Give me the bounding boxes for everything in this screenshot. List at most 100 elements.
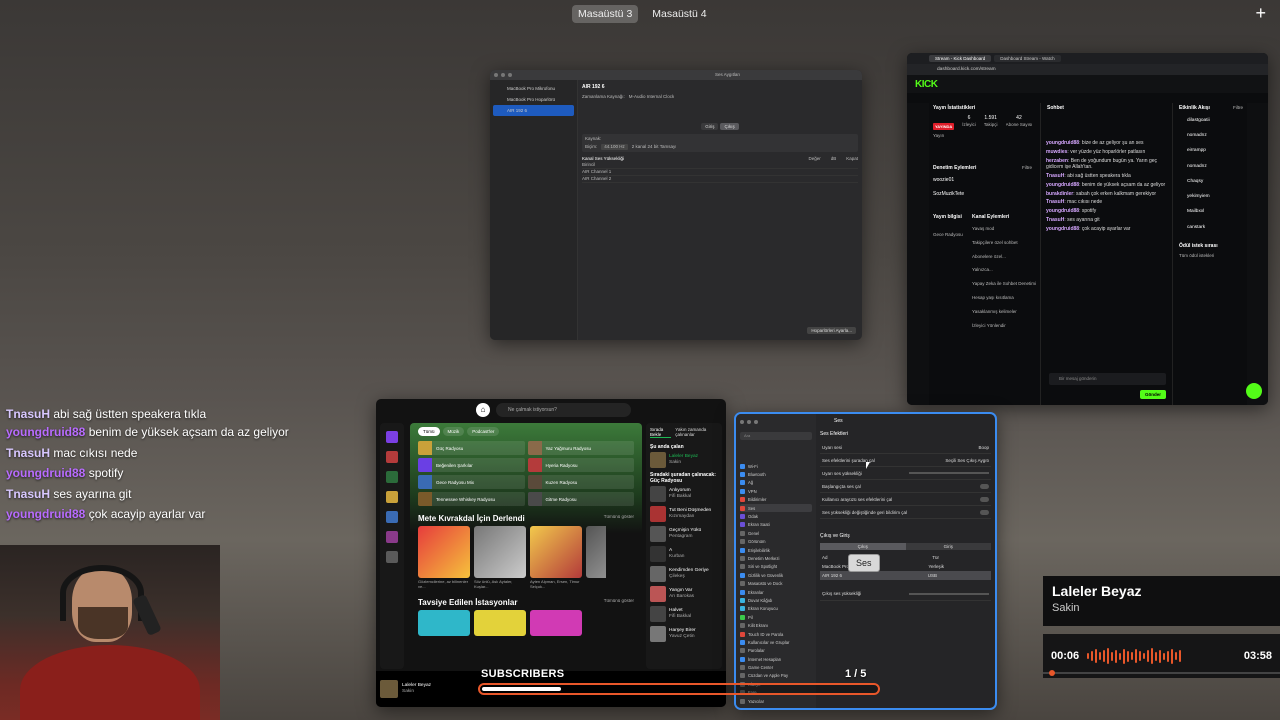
ui-sound-toggle[interactable] (980, 496, 989, 502)
library-item[interactable] (386, 531, 398, 543)
spotify-window[interactable]: ⌂ Ne çalmak istiyorsun? Tümü Müzik Podca… (376, 399, 726, 707)
playlist-card[interactable]: Gözlemcilerine, az bilinenler ve... (418, 526, 470, 590)
output-volume-slider[interactable] (909, 592, 989, 595)
channel-action[interactable]: Yasaklanmış kelimeler (968, 305, 1040, 319)
chat-user[interactable]: TnasuH (1046, 173, 1064, 179)
library-item[interactable] (386, 431, 398, 443)
chip-music[interactable]: Müzik (442, 427, 465, 436)
activity-user[interactable]: Chaqsy (1175, 174, 1245, 189)
activity-user[interactable]: nomadnz (1175, 128, 1245, 143)
activity-user[interactable]: Mailbxxl (1175, 204, 1245, 219)
queue-row[interactable]: Harşey Birer Yavuz Çetin (650, 626, 718, 642)
segment-input[interactable]: Giriş (905, 542, 991, 550)
format-rate-select[interactable]: 44.100 Hz (601, 144, 628, 151)
add-desktop-button[interactable]: + (1255, 2, 1266, 24)
queue-row[interactable]: A Kurban (650, 546, 718, 562)
chat-user[interactable]: youngdruid88 (1046, 140, 1079, 146)
desktop-4-tab[interactable]: Masaüstü 4 (646, 5, 712, 23)
tab-recent[interactable]: Yakın zamanda çalınanlar (675, 427, 718, 438)
tab-output[interactable]: Çıkış (720, 123, 739, 131)
queue-row[interactable]: Geçmişin Yükü Pentagram (650, 526, 718, 542)
device-row-selected[interactable]: AIR 192 6 USB (820, 570, 991, 580)
mod-action-item[interactable]: SozMuzikTete (929, 187, 1040, 202)
all-rewards-link[interactable]: Tüm ödül istekleri (1175, 251, 1245, 261)
alert-volume-slider[interactable] (909, 472, 989, 474)
library-item[interactable] (386, 471, 398, 483)
queue-row[interactable]: Kendimden Geriye Çilekeş (650, 566, 718, 582)
activity-user[interactable]: nomadnz (1175, 159, 1245, 174)
library-item[interactable] (386, 451, 398, 463)
playlist-card[interactable]: Söz ünlü, Aslı Aytaler, Kuşlar... (474, 526, 526, 590)
queue-row[interactable]: Yangın Var Arı Barokas (650, 586, 718, 602)
help-icon[interactable] (1246, 383, 1262, 399)
kick-logo[interactable]: KICK (915, 79, 938, 90)
station-card[interactable] (530, 610, 582, 636)
activity-user[interactable]: dilastgoatii (1175, 113, 1245, 128)
search-input[interactable]: Ne çalmak istiyorsun? (496, 403, 631, 417)
channel-action[interactable]: Yalnızca... (968, 263, 1040, 277)
chat-user[interactable]: TnasuH (1046, 217, 1064, 223)
shortcut-card[interactable]: Beğenilen Şarkılar (418, 458, 525, 472)
show-all-link[interactable]: Tümünü göster (604, 514, 634, 523)
channel-action[interactable]: Takipçilere özel sohbet (968, 236, 1040, 250)
library-item[interactable] (386, 511, 398, 523)
activity-user[interactable]: eirrampp (1175, 143, 1245, 158)
queue-row[interactable]: Halvet Fifi Bakkal (650, 606, 718, 622)
channel-row[interactable]: Birincil (582, 162, 858, 169)
activity-filter-button[interactable]: Filtre (1231, 103, 1245, 113)
chat-user[interactable]: youngdruid88 (1046, 226, 1079, 232)
settings-search-input[interactable]: Ara (740, 432, 812, 440)
station-card[interactable] (418, 610, 470, 636)
address-bar[interactable]: dashboard.kick.com/stream (907, 64, 1268, 75)
device-row[interactable]: MacBook Pro Hoparlörü Yerleşik (820, 562, 991, 571)
library-item[interactable] (386, 491, 398, 503)
minimize-icon[interactable] (501, 73, 505, 77)
browser-tab[interactable]: Stream - Kick Dashboard (929, 55, 992, 62)
channel-action[interactable]: Yavaş mod (968, 222, 1040, 236)
channel-action[interactable]: Abonelere özel... (968, 250, 1040, 264)
play-through-select[interactable]: Seçili Ses Çıkış Aygıtı (945, 458, 989, 463)
format-bits[interactable]: 2 kanal 24 bit Tamsayı (632, 144, 677, 150)
system-settings-window[interactable]: Ara Wi-Fi Bluetooth Ağ VPN Bildirimler S… (734, 412, 997, 710)
tab-queue[interactable]: Sırada Bekle (650, 427, 672, 438)
chat-input[interactable]: Bir mesaj gönderin (1049, 373, 1166, 385)
channel-action[interactable]: İzleyici Yönlendir (968, 319, 1040, 333)
shortcut-card[interactable]: Tennessee Whiskey Radyosu (418, 492, 525, 506)
home-icon[interactable]: ⌂ (476, 403, 490, 417)
volume-feedback-toggle[interactable] (980, 509, 989, 515)
browser-tab[interactable]: Dashboard Stream - Watch (994, 55, 1061, 62)
kick-dashboard-window[interactable]: Stream - Kick Dashboard Dashboard Stream… (907, 53, 1268, 405)
zoom-icon[interactable] (508, 73, 512, 77)
activity-user[interactable]: yekimyiem (1175, 189, 1245, 204)
configure-speakers-button[interactable]: Hoparlörleri Ayarla... (807, 327, 856, 334)
close-icon[interactable] (494, 73, 498, 77)
chip-all[interactable]: Tümü (418, 427, 440, 436)
clock-source-value[interactable]: M-Audio Internal Clock (629, 94, 675, 100)
show-all-link[interactable]: Tümünü göster (604, 598, 634, 607)
chat-user[interactable]: muwdies (1046, 149, 1067, 155)
filter-button[interactable]: Filtre (1014, 163, 1040, 173)
device-item-selected[interactable]: AIR 192 6 (493, 105, 574, 116)
segment-output[interactable]: Çıkış (820, 542, 906, 550)
startup-sound-toggle[interactable] (980, 483, 989, 489)
device-item[interactable]: MacBook Pro Mikrofonu (493, 83, 574, 94)
shortcut-card[interactable]: Gece Radyosu Mix (418, 475, 525, 489)
chat-user[interactable]: TnasuH (1046, 199, 1064, 205)
shortcut-card[interactable]: Kuzen Radyosu (527, 475, 634, 489)
playlist-card[interactable]: Ayten Alpman, Ersen, Timur Selçuk... (530, 526, 582, 590)
send-button[interactable]: Gönder (1139, 390, 1166, 399)
playlist-card[interactable] (586, 526, 606, 590)
queue-row[interactable]: Laleler Beyaz Sakin (650, 452, 718, 468)
chip-podcasts[interactable]: Podcast'ler (467, 427, 500, 436)
station-card[interactable] (474, 610, 526, 636)
activity-user[interactable]: canstark (1175, 220, 1245, 235)
audio-devices-window[interactable]: Ses Aygıtları MacBook Pro Mikrofonu MacB… (490, 70, 862, 340)
queue-row[interactable]: Tut Beni Düşmeden Kızımaydan (650, 506, 718, 522)
shortcut-card[interactable]: Yaz Yağmuru Radyosu (527, 441, 634, 455)
tab-input[interactable]: Giriş (701, 123, 719, 131)
shortcut-card[interactable]: Gitme Radyosu (527, 492, 634, 506)
sidebar-item-sound[interactable]: Ses (740, 503, 812, 513)
chat-user[interactable]: herzaben (1046, 158, 1068, 164)
desktop-3-tab[interactable]: Masaüstü 3 (572, 5, 639, 23)
shortcut-card[interactable]: Güç Radyosu (418, 441, 525, 455)
